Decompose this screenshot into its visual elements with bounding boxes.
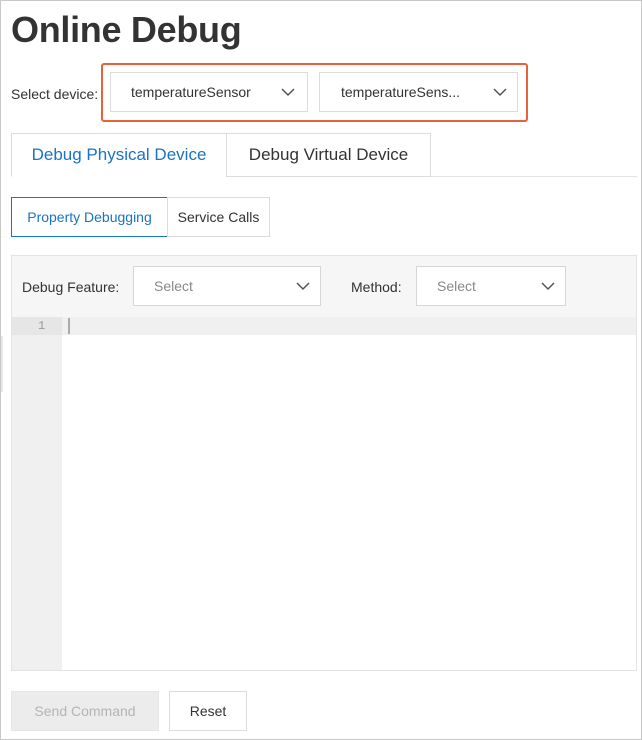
chevron-down-icon xyxy=(296,279,310,293)
chevron-down-icon xyxy=(281,85,295,99)
debug-feature-label: Debug Feature: xyxy=(22,279,120,295)
product-select[interactable]: temperatureSensor xyxy=(110,72,308,112)
send-command-button[interactable]: Send Command xyxy=(11,691,159,731)
method-label: Method: xyxy=(351,279,402,295)
device-select[interactable]: temperatureSens... xyxy=(319,72,518,112)
editor-gutter xyxy=(12,317,62,670)
page-title: Online Debug xyxy=(11,9,242,50)
debug-panel: Debug Feature: Select Method: Select 1 xyxy=(11,255,637,671)
debug-feature-placeholder: Select xyxy=(154,278,193,294)
side-handle xyxy=(0,336,3,392)
debug-mode-tabs: Property Debugging Service Calls xyxy=(11,197,270,237)
select-device-label: Select device: xyxy=(11,86,99,102)
debug-feature-select[interactable]: Select xyxy=(133,266,321,306)
device-select-value: temperatureSens... xyxy=(341,84,461,100)
editor-active-line xyxy=(62,317,636,335)
tab-debug-virtual-device[interactable]: Debug Virtual Device xyxy=(226,133,431,177)
tab-debug-physical-device[interactable]: Debug Physical Device xyxy=(11,133,227,177)
method-placeholder: Select xyxy=(437,278,476,294)
chevron-down-icon xyxy=(493,85,507,99)
code-editor[interactable]: 1 xyxy=(12,317,636,670)
text-cursor xyxy=(68,318,70,334)
line-number: 1 xyxy=(38,319,46,333)
reset-button[interactable]: Reset xyxy=(169,691,247,731)
subtab-property-debugging[interactable]: Property Debugging xyxy=(11,197,168,237)
chevron-down-icon xyxy=(541,279,555,293)
product-select-value: temperatureSensor xyxy=(131,84,251,100)
editor-gutter-active-line xyxy=(12,317,62,335)
subtab-service-calls[interactable]: Service Calls xyxy=(167,197,270,237)
method-select[interactable]: Select xyxy=(416,266,566,306)
